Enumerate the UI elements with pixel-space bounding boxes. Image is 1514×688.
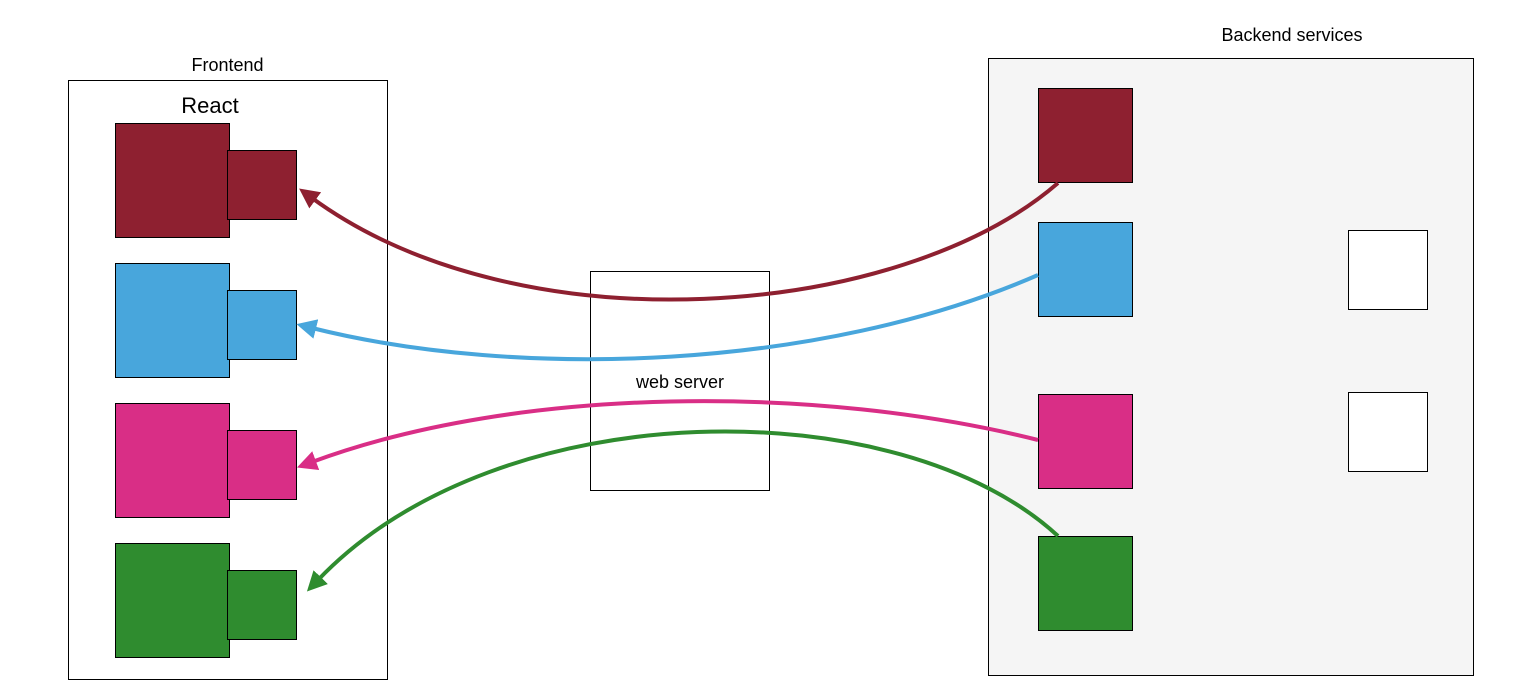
frontend-block-blue-large — [115, 263, 230, 378]
frontend-block-blue-small — [227, 290, 297, 360]
frontend-block-green-small — [227, 570, 297, 640]
backend-block-white-1 — [1348, 230, 1428, 310]
frontend-block-pink-small — [227, 430, 297, 500]
frontend-block-maroon-large — [115, 123, 230, 238]
frontend-subtitle: React — [160, 93, 260, 119]
backend-title: Backend services — [1212, 25, 1372, 46]
backend-block-white-2 — [1348, 392, 1428, 472]
backend-service-blue — [1038, 222, 1133, 317]
backend-service-green — [1038, 536, 1133, 631]
frontend-block-pink-large — [115, 403, 230, 518]
frontend-title: Frontend — [145, 55, 310, 76]
backend-service-maroon — [1038, 88, 1133, 183]
backend-service-pink — [1038, 394, 1133, 489]
web-server-label: web server — [590, 372, 770, 393]
frontend-block-maroon-small — [227, 150, 297, 220]
frontend-block-green-large — [115, 543, 230, 658]
